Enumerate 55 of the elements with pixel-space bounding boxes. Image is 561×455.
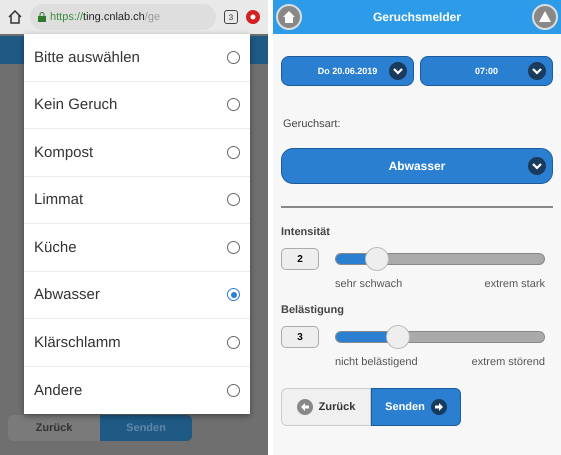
option-item[interactable]: Andere <box>24 366 250 414</box>
option-label: Küche <box>34 238 77 256</box>
slider-thumb[interactable] <box>386 325 410 349</box>
time-select[interactable]: 07:00 <box>420 56 553 86</box>
slider-label: Belästigung <box>281 304 345 316</box>
radio-button[interactable] <box>227 240 240 254</box>
option-label: Kompost <box>34 144 94 161</box>
chevron-down-icon <box>528 62 546 80</box>
lock-icon <box>38 12 46 22</box>
date-select[interactable]: Do 20.06.2019 <box>281 56 414 86</box>
slider-track[interactable] <box>335 246 545 272</box>
radio-button[interactable] <box>227 50 240 64</box>
radio-button[interactable] <box>227 288 240 302</box>
odor-type-label: Geruchsart: <box>283 118 342 130</box>
option-label: Kein Geruch <box>34 96 118 114</box>
value-field[interactable]: 3 <box>281 326 319 348</box>
min-label: nicht belästigend <box>335 356 418 368</box>
chevron-down-icon <box>528 157 546 175</box>
option-item[interactable]: Küche <box>24 224 250 272</box>
option-item[interactable]: Bitte auswählen <box>24 34 250 82</box>
min-label: sehr schwach <box>335 278 402 290</box>
option-item[interactable]: Limmat <box>24 176 250 224</box>
option-label: Bitte auswählen <box>34 48 140 66</box>
url-text: https://ting.cnlab.ch/ge <box>50 11 160 23</box>
send-button[interactable]: Senden <box>371 388 461 426</box>
record-icon[interactable] <box>246 10 260 24</box>
back-button[interactable]: Zurück <box>281 388 371 426</box>
option-item[interactable]: Abwasser <box>24 272 250 319</box>
slider-label: Intensität <box>281 226 331 238</box>
radio-button[interactable] <box>227 336 240 349</box>
slider-track[interactable] <box>335 324 545 350</box>
option-item[interactable]: Kompost <box>24 129 250 176</box>
page-title: Geruchsmelder <box>372 10 462 24</box>
option-label: Abwasser <box>34 286 100 304</box>
option-label: Andere <box>34 382 82 399</box>
slider-thumb[interactable] <box>365 247 389 271</box>
tab-count[interactable]: 3 <box>224 10 238 24</box>
odor-type-select[interactable]: Abwasser <box>281 148 553 184</box>
warning-icon[interactable] <box>532 4 558 30</box>
radio-button[interactable] <box>227 146 240 159</box>
option-label: Klärschlamm <box>34 334 121 351</box>
address-bar[interactable]: https://ting.cnlab.ch/ge <box>30 4 216 30</box>
max-label: extrem stark <box>484 278 545 290</box>
value-field[interactable]: 2 <box>281 248 319 270</box>
radio-button[interactable] <box>227 384 240 397</box>
option-item[interactable]: Klärschlamm <box>24 319 250 366</box>
option-item[interactable]: Kein Geruch <box>24 82 250 129</box>
arrow-left-icon <box>296 399 313 415</box>
max-label: extrem störend <box>472 356 545 368</box>
radio-button[interactable] <box>227 193 240 206</box>
arrow-right-icon <box>430 399 447 415</box>
home-icon[interactable] <box>8 10 22 24</box>
radio-button[interactable] <box>227 98 240 112</box>
option-label: Limmat <box>34 191 84 208</box>
chevron-down-icon <box>389 62 407 80</box>
